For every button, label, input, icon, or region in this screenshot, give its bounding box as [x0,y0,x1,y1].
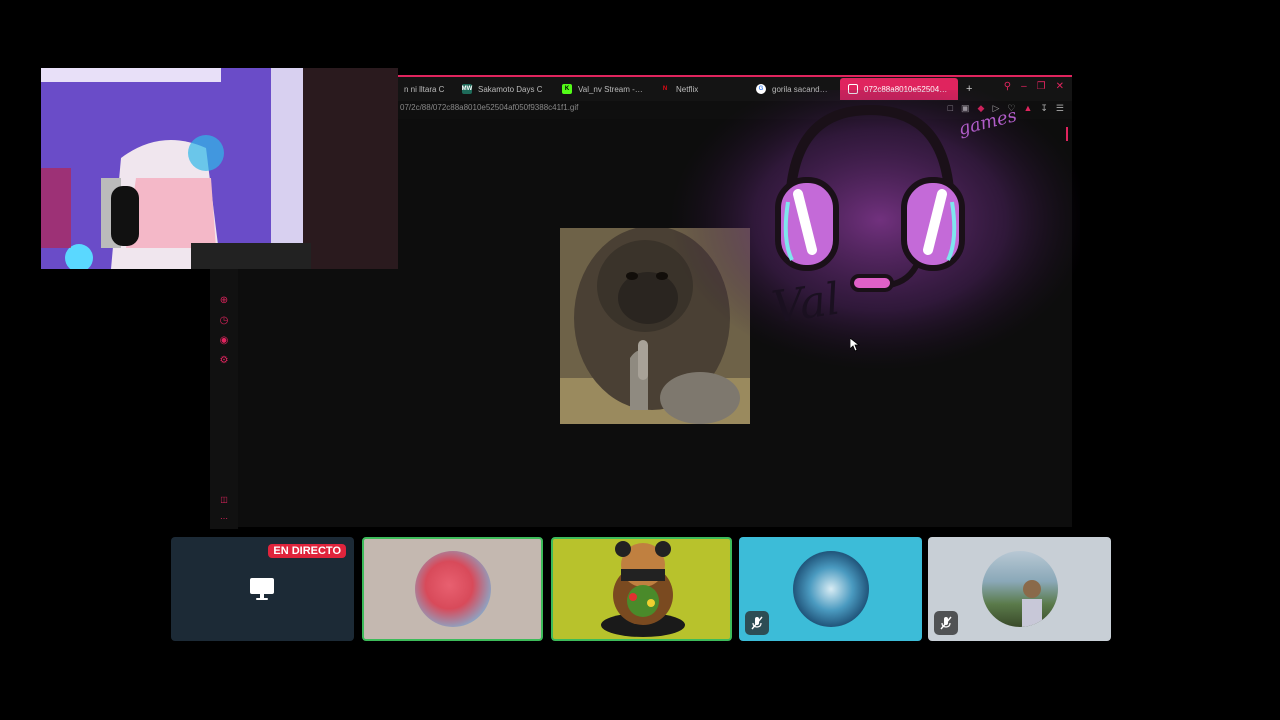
url-text[interactable]: 07/2c/88/072c88a8010e52504af050f9388c41f… [400,103,578,112]
headset-logo-icon [670,90,1080,370]
tab-3[interactable]: K Val_nv Stream - W [554,78,652,100]
sidebar-bottom: ◫ ⋯ [210,495,238,523]
settings-icon[interactable]: ⚙ [218,355,230,367]
kick-icon: K [562,84,572,94]
live-badge: EN DIRECTO [268,544,346,558]
screen-share-tile[interactable]: EN DIRECTO [171,537,354,641]
tab-label: Sakamoto Days C [478,84,543,94]
call-participants: EN DIRECTO [171,537,1111,641]
screen-share-icon [250,578,274,600]
avatar [414,551,491,627]
more-icon[interactable]: ⋯ [220,514,228,523]
tab-label: Val_nv Stream - W [578,84,644,94]
participant-tile-4[interactable] [739,537,922,641]
tab-1[interactable]: n ni lltara C [396,78,454,100]
mic-muted-icon [745,611,769,635]
stream-scene: n ni lltara C MW Sakamoto Days C K Val_n… [0,0,1280,720]
chat-icon[interactable]: ◉ [218,335,230,347]
plus-circle-icon[interactable]: ⊕ [218,295,230,307]
panel-icon[interactable]: ◫ [220,495,228,504]
participant-tile-3[interactable] [551,537,732,641]
avatar [981,551,1058,627]
webcam-feed [41,68,398,269]
participant-tile-5[interactable] [928,537,1111,641]
mouse-cursor-icon [850,338,860,352]
tab-2[interactable]: MW Sakamoto Days C [454,78,554,100]
tab-label: n ni lltara C [404,84,445,94]
logo-text: Val [768,273,844,334]
avatar [601,541,685,637]
participant-tile-2[interactable] [362,537,543,641]
mic-muted-icon [934,611,958,635]
clock-icon[interactable]: ◷ [218,315,230,327]
mw-icon: MW [461,84,473,94]
avatar [792,551,869,627]
